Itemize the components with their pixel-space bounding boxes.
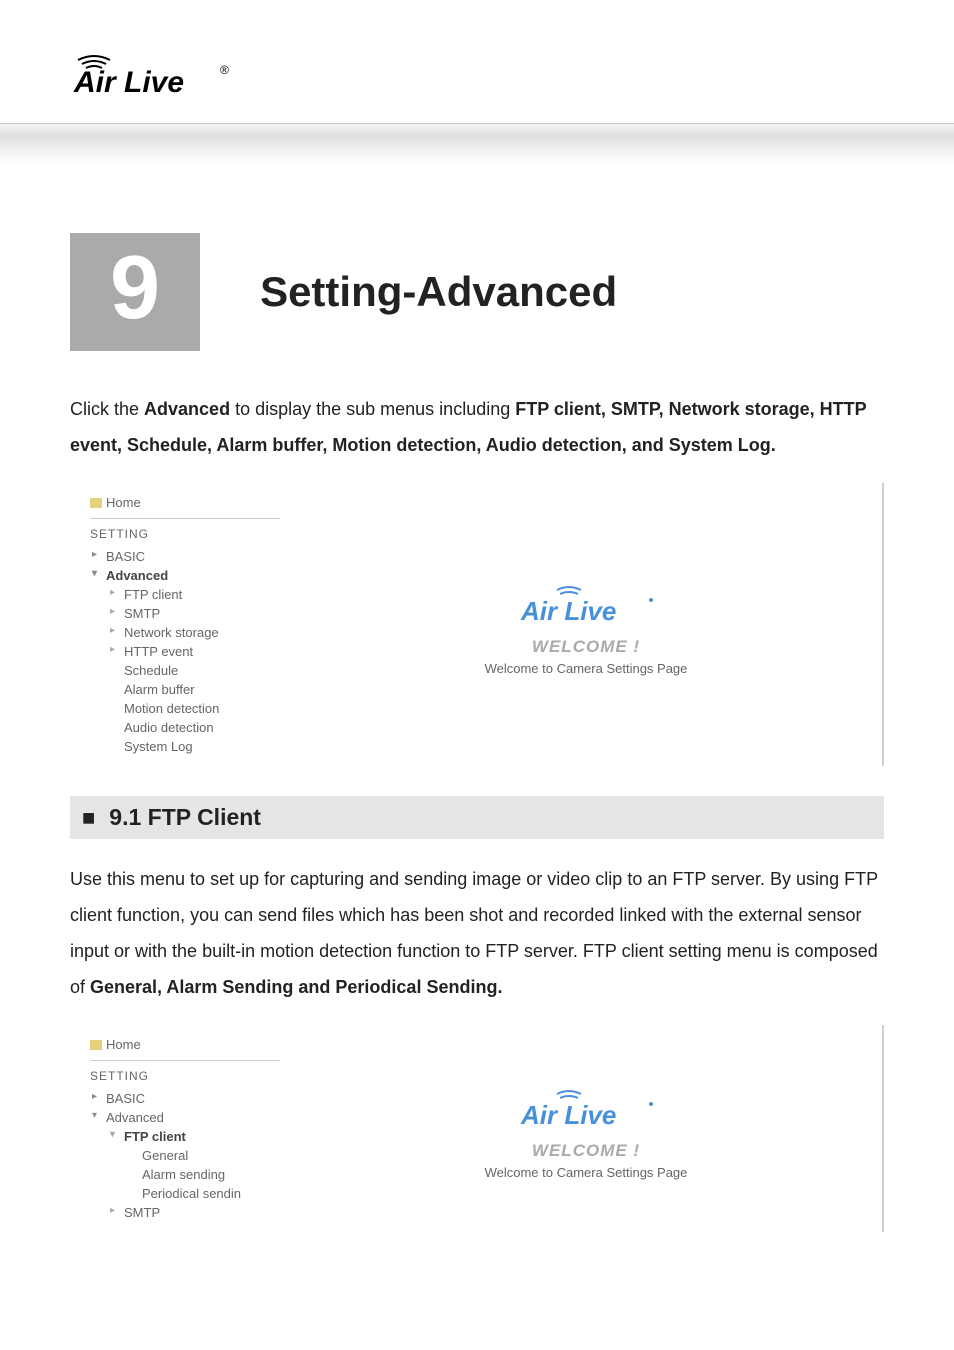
sidebar-item-network-storage[interactable]: Network storage bbox=[90, 623, 280, 642]
settings-content-panel: Air Live WELCOME ! Welcome to Camera Set… bbox=[290, 483, 882, 766]
settings-content-panel: Air Live WELCOME ! Welcome to Camera Set… bbox=[290, 1025, 882, 1232]
settings-sidebar-2: Home SETTING BASIC Advanced FTP client G… bbox=[70, 1025, 290, 1232]
chapter-number: 9 bbox=[70, 233, 200, 351]
sidebar-item-periodical-sending[interactable]: Periodical sendin bbox=[90, 1184, 280, 1203]
sidebar-item-general[interactable]: General bbox=[90, 1146, 280, 1165]
svg-text:Air Live: Air Live bbox=[520, 1100, 616, 1130]
screenshot-settings-advanced: Home SETTING BASIC Advanced FTP client S… bbox=[70, 483, 884, 766]
content-brand-logo: Air Live bbox=[511, 1088, 661, 1137]
home-icon bbox=[90, 498, 102, 508]
sidebar-item-ftp-client[interactable]: FTP client bbox=[90, 585, 280, 604]
sidebar-item-smtp[interactable]: SMTP bbox=[90, 604, 280, 623]
chapter-title: Setting-Advanced bbox=[200, 233, 617, 351]
intro-paragraph: Click the Advanced to display the sub me… bbox=[70, 391, 884, 463]
welcome-subtitle: Welcome to Camera Settings Page bbox=[485, 661, 688, 676]
bullet-icon: ■ bbox=[82, 805, 95, 831]
svg-text:Air Live: Air Live bbox=[520, 596, 616, 626]
svg-text:Air Live: Air Live bbox=[73, 66, 184, 98]
home-icon bbox=[90, 1040, 102, 1050]
screenshot-ftp-client: Home SETTING BASIC Advanced FTP client G… bbox=[70, 1025, 884, 1232]
sidebar-item-basic[interactable]: BASIC bbox=[90, 547, 280, 566]
sidebar-item-ftp-client[interactable]: FTP client bbox=[90, 1127, 280, 1146]
section-heading: ■ 9.1 FTP Client bbox=[70, 796, 884, 839]
brand-logo: Air Live ® bbox=[70, 50, 240, 98]
welcome-heading: WELCOME ! bbox=[532, 1141, 640, 1161]
header-decoration bbox=[0, 123, 954, 193]
welcome-heading: WELCOME ! bbox=[532, 637, 640, 657]
nav-list-1: BASIC Advanced FTP client SMTP Network s… bbox=[90, 547, 280, 756]
section-title: 9.1 FTP Client bbox=[109, 804, 261, 831]
sidebar-item-system-log[interactable]: System Log bbox=[90, 737, 280, 756]
nav-list-2: BASIC Advanced FTP client General Alarm … bbox=[90, 1089, 280, 1222]
content-brand-logo: Air Live bbox=[511, 584, 661, 633]
sidebar-item-motion-detection[interactable]: Motion detection bbox=[90, 699, 280, 718]
svg-text:®: ® bbox=[220, 63, 229, 77]
sidebar-item-http-event[interactable]: HTTP event bbox=[90, 642, 280, 661]
chapter-heading: 9 Setting-Advanced bbox=[70, 233, 884, 351]
nav-heading: SETTING bbox=[90, 1069, 280, 1083]
nav-heading: SETTING bbox=[90, 527, 280, 541]
home-link[interactable]: Home bbox=[90, 491, 280, 519]
settings-sidebar: Home SETTING BASIC Advanced FTP client S… bbox=[70, 483, 290, 766]
home-link[interactable]: Home bbox=[90, 1033, 280, 1061]
sidebar-item-basic[interactable]: BASIC bbox=[90, 1089, 280, 1108]
document-page: Air Live ® 9 Setting-Advanced Click the … bbox=[0, 0, 954, 1302]
sidebar-item-audio-detection[interactable]: Audio detection bbox=[90, 718, 280, 737]
welcome-subtitle: Welcome to Camera Settings Page bbox=[485, 1165, 688, 1180]
sidebar-item-alarm-sending[interactable]: Alarm sending bbox=[90, 1165, 280, 1184]
sidebar-item-schedule[interactable]: Schedule bbox=[90, 661, 280, 680]
sidebar-item-alarm-buffer[interactable]: Alarm buffer bbox=[90, 680, 280, 699]
sidebar-item-advanced[interactable]: Advanced bbox=[90, 566, 280, 585]
section-paragraph: Use this menu to set up for capturing an… bbox=[70, 861, 884, 1005]
sidebar-item-smtp[interactable]: SMTP bbox=[90, 1203, 280, 1222]
sidebar-item-advanced[interactable]: Advanced bbox=[90, 1108, 280, 1127]
